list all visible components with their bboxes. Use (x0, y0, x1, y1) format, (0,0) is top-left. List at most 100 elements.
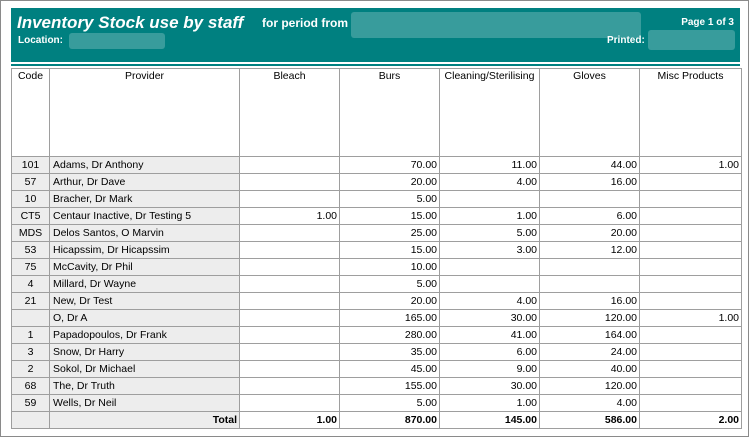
total-bleach: 1.00 (239, 411, 340, 429)
row-provider: Adams, Dr Anthony (49, 156, 240, 174)
table-row: 3 Snow, Dr Harry 35.00 6.00 24.00 (11, 343, 742, 361)
row-provider: Bracher, Dr Mark (49, 190, 240, 208)
row-bleach (239, 292, 340, 310)
row-gloves (539, 275, 640, 293)
row-code: 68 (11, 377, 50, 395)
row-gloves: 40.00 (539, 360, 640, 378)
row-burs: 35.00 (339, 343, 440, 361)
row-misc (639, 173, 742, 191)
table-row: 75 McCavity, Dr Phil 10.00 (11, 258, 742, 276)
row-provider: Papadopoulos, Dr Frank (49, 326, 240, 344)
total-gloves: 586.00 (539, 411, 640, 429)
row-provider: Wells, Dr Neil (49, 394, 240, 412)
row-gloves: 164.00 (539, 326, 640, 344)
row-gloves: 12.00 (539, 241, 640, 259)
row-misc (639, 224, 742, 242)
row-misc: 1.00 (639, 309, 742, 327)
row-provider: Millard, Dr Wayne (49, 275, 240, 293)
row-burs: 25.00 (339, 224, 440, 242)
row-bleach (239, 394, 340, 412)
row-gloves: 120.00 (539, 377, 640, 395)
row-misc: 1.00 (639, 156, 742, 174)
report-window: Inventory Stock use by staff for period … (0, 0, 749, 437)
row-bleach (239, 258, 340, 276)
row-burs: 5.00 (339, 275, 440, 293)
row-cleaning: 9.00 (439, 360, 540, 378)
row-bleach (239, 190, 340, 208)
row-cleaning: 1.00 (439, 394, 540, 412)
row-provider: The, Dr Truth (49, 377, 240, 395)
table-row: 57 Arthur, Dr Dave 20.00 4.00 16.00 (11, 173, 742, 191)
row-cleaning: 30.00 (439, 377, 540, 395)
col-cleaning: Cleaning/Sterilising (439, 68, 540, 157)
row-burs: 165.00 (339, 309, 440, 327)
row-code: 21 (11, 292, 50, 310)
table-row: CT5 Centaur Inactive, Dr Testing 5 1.00 15.… (11, 207, 742, 225)
table-row: 68 The, Dr Truth 155.00 30.00 120.00 (11, 377, 742, 395)
row-cleaning: 6.00 (439, 343, 540, 361)
header-separator (11, 64, 740, 66)
location-label: Location: (18, 35, 63, 46)
row-provider: Centaur Inactive, Dr Testing 5 (49, 207, 240, 225)
col-code: Code (11, 68, 50, 157)
row-bleach (239, 224, 340, 242)
row-bleach: 1.00 (239, 207, 340, 225)
printed-redacted (648, 30, 735, 50)
row-gloves: 120.00 (539, 309, 640, 327)
table-row: O, Dr A 165.00 30.00 120.00 1.00 (11, 309, 742, 327)
row-provider: Sokol, Dr Michael (49, 360, 240, 378)
total-row: Total 1.00 870.00 145.00 586.00 2.00 (11, 411, 742, 429)
table-row: 101 Adams, Dr Anthony 70.00 11.00 44.00 1.00 (11, 156, 742, 174)
stock-table: Code Provider Bleach Burs Cleaning/Steri… (11, 68, 742, 429)
row-code: 3 (11, 343, 50, 361)
col-bleach: Bleach (239, 68, 340, 157)
total-cleaning: 145.00 (439, 411, 540, 429)
row-misc (639, 394, 742, 412)
period-label: for period from (262, 16, 348, 30)
row-gloves: 4.00 (539, 394, 640, 412)
row-misc (639, 360, 742, 378)
col-provider: Provider (49, 68, 240, 157)
row-misc (639, 190, 742, 208)
row-code: 53 (11, 241, 50, 259)
row-misc (639, 241, 742, 259)
row-cleaning: 4.00 (439, 173, 540, 191)
row-bleach (239, 377, 340, 395)
page-indicator: Page 1 of 3 (681, 17, 734, 28)
row-misc (639, 258, 742, 276)
table-row: 53 Hicapssim, Dr Hicapssim 15.00 3.00 12.00 (11, 241, 742, 259)
row-burs: 70.00 (339, 156, 440, 174)
row-code: 59 (11, 394, 50, 412)
row-cleaning: 5.00 (439, 224, 540, 242)
row-cleaning: 41.00 (439, 326, 540, 344)
col-gloves: Gloves (539, 68, 640, 157)
row-gloves: 16.00 (539, 292, 640, 310)
row-provider: Hicapssim, Dr Hicapssim (49, 241, 240, 259)
row-gloves: 20.00 (539, 224, 640, 242)
row-burs: 280.00 (339, 326, 440, 344)
row-burs: 155.00 (339, 377, 440, 395)
row-cleaning: 1.00 (439, 207, 540, 225)
row-provider: O, Dr A (49, 309, 240, 327)
location-redacted (69, 33, 165, 49)
row-bleach (239, 360, 340, 378)
row-bleach (239, 343, 340, 361)
row-burs: 20.00 (339, 173, 440, 191)
row-misc (639, 292, 742, 310)
table-row: 2 Sokol, Dr Michael 45.00 9.00 40.00 (11, 360, 742, 378)
report-header: Inventory Stock use by staff for period … (11, 8, 740, 62)
row-gloves: 6.00 (539, 207, 640, 225)
row-provider: Snow, Dr Harry (49, 343, 240, 361)
total-misc: 2.00 (639, 411, 742, 429)
total-burs: 870.00 (339, 411, 440, 429)
row-cleaning: 3.00 (439, 241, 540, 259)
table-row: 10 Bracher, Dr Mark 5.00 (11, 190, 742, 208)
table-row: 4 Millard, Dr Wayne 5.00 (11, 275, 742, 293)
row-misc (639, 207, 742, 225)
row-burs: 45.00 (339, 360, 440, 378)
row-bleach (239, 241, 340, 259)
row-provider: Arthur, Dr Dave (49, 173, 240, 191)
row-code: MDS (11, 224, 50, 242)
row-cleaning (439, 275, 540, 293)
row-misc (639, 377, 742, 395)
